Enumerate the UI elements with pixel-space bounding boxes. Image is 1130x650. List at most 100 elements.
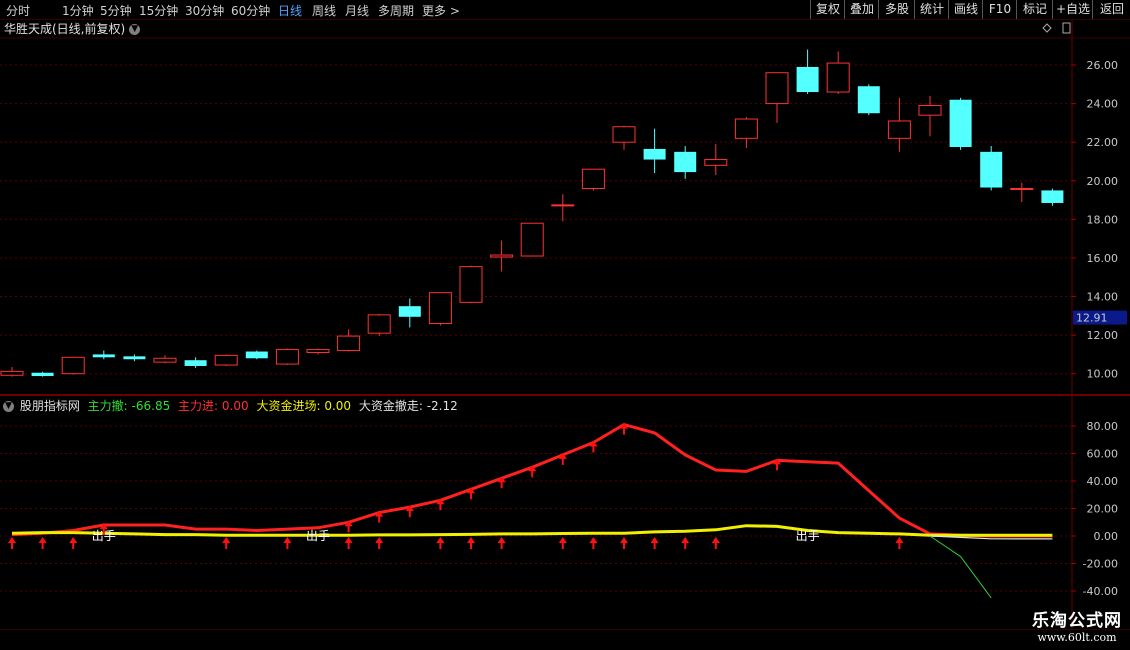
series-line-大资金撤走 bbox=[929, 535, 1053, 540]
candle bbox=[704, 144, 728, 175]
main-y-tick-label: 18.00 bbox=[1087, 213, 1119, 226]
candle bbox=[490, 240, 514, 272]
period-weekly[interactable]: 周线 bbox=[312, 2, 336, 19]
main-y-tick-label: 22.00 bbox=[1087, 136, 1119, 149]
multi-stock-button[interactable]: 多股 bbox=[878, 0, 915, 19]
buy-arrow-bottom bbox=[69, 537, 78, 549]
arrow-up-icon bbox=[38, 537, 47, 549]
main-y-tick-label: 10.00 bbox=[1087, 368, 1119, 381]
arrow-up-icon bbox=[8, 537, 16, 549]
candle bbox=[581, 168, 605, 191]
candle-body bbox=[949, 99, 972, 148]
arrow-up-icon bbox=[528, 465, 537, 478]
candle bbox=[612, 125, 636, 150]
arrow-up-icon bbox=[773, 458, 781, 471]
fuquan-button[interactable]: 复权 bbox=[810, 0, 845, 19]
mark-button[interactable]: 标记 bbox=[1016, 0, 1053, 19]
indicator-item-zhuli-che: 主力撤: -66.85 bbox=[87, 399, 171, 413]
candle bbox=[826, 51, 850, 94]
candle bbox=[306, 348, 330, 355]
period-daily[interactable]: 日线 bbox=[278, 2, 302, 19]
arrow-up-icon bbox=[620, 422, 628, 435]
indicator-item-dazijin-jin: 大资金进场: 0.00 bbox=[256, 399, 352, 413]
overlay-button[interactable]: 叠加 bbox=[844, 0, 879, 19]
arrow-up-icon bbox=[558, 537, 567, 549]
candle-body bbox=[551, 204, 575, 207]
arrow-up-icon bbox=[895, 537, 904, 549]
period-multi[interactable]: 多周期 bbox=[378, 2, 414, 19]
candle bbox=[980, 146, 1003, 191]
period-60min[interactable]: 60分钟 bbox=[231, 2, 270, 19]
period-monthly[interactable]: 月线 bbox=[345, 2, 369, 19]
period-more[interactable]: 更多 > bbox=[422, 2, 460, 19]
candle bbox=[367, 313, 391, 337]
candle bbox=[765, 72, 789, 123]
chevron-down-icon[interactable]: ▼ bbox=[3, 401, 14, 412]
candle-body bbox=[92, 354, 115, 358]
candle bbox=[398, 298, 421, 328]
main-y-tick-label: 16.00 bbox=[1087, 252, 1119, 265]
candle-body bbox=[275, 349, 299, 365]
buy-arrow-top bbox=[467, 487, 475, 500]
arrow-up-icon bbox=[620, 537, 628, 549]
candle bbox=[337, 329, 361, 352]
kline-chart: 10.00 12.00 14.00 16.00 18.00 20.00 22.00 24.00… bbox=[0, 20, 1130, 645]
buy-arrow-bottom bbox=[283, 537, 292, 549]
price-tag-label: 12.91 bbox=[1076, 312, 1108, 325]
candle-body bbox=[918, 105, 942, 116]
buy-arrow-bottom bbox=[681, 537, 690, 549]
candle-body bbox=[184, 360, 207, 366]
chushou-mark: 出手 bbox=[306, 529, 330, 543]
f10-button[interactable]: F10 bbox=[982, 0, 1017, 19]
main-chart-title: 华胜天成(日线,前复权) bbox=[4, 22, 126, 36]
candle-body bbox=[674, 151, 697, 173]
chevron-down-icon[interactable]: ▼ bbox=[129, 24, 141, 35]
add-favorite-button[interactable]: +自选 bbox=[1052, 0, 1093, 19]
period-30min[interactable]: 30分钟 bbox=[185, 2, 224, 19]
arrow-up-icon bbox=[344, 537, 353, 549]
candle-body bbox=[857, 86, 880, 114]
series-line-大资金进场 bbox=[11, 524, 1053, 537]
buy-arrow-bottom bbox=[375, 537, 384, 549]
arrow-up-icon bbox=[405, 505, 414, 518]
buy-arrow-top bbox=[528, 465, 537, 478]
draw-button[interactable]: 画线 bbox=[948, 0, 983, 19]
candle-body bbox=[796, 66, 819, 93]
candle bbox=[275, 348, 299, 366]
arrow-up-icon bbox=[436, 537, 445, 549]
arrow-up-icon bbox=[283, 537, 292, 549]
indicator-item-zhuli-jin: 主力进: 0.00 bbox=[178, 399, 249, 413]
arrow-up-icon bbox=[589, 440, 598, 453]
candle bbox=[643, 128, 666, 174]
period-1min[interactable]: 1分钟 bbox=[62, 2, 94, 19]
ind-y-tick-label: -20.00 bbox=[1083, 558, 1118, 571]
candle-body bbox=[153, 357, 177, 363]
arrow-up-icon bbox=[467, 487, 475, 500]
main-y-tick-label: 20.00 bbox=[1087, 175, 1119, 188]
candle bbox=[459, 265, 483, 304]
candle-body bbox=[428, 292, 452, 325]
main-y-tick-label: 14.00 bbox=[1087, 291, 1119, 304]
candle bbox=[949, 97, 972, 150]
period-5min[interactable]: 5分钟 bbox=[100, 2, 132, 19]
back-button[interactable]: 返回 bbox=[1092, 0, 1130, 19]
candle bbox=[551, 194, 575, 222]
stats-button[interactable]: 统计 bbox=[914, 0, 949, 19]
candle-body bbox=[887, 120, 911, 139]
period-fenshi[interactable]: 分时 bbox=[6, 2, 30, 19]
buy-arrow-top bbox=[589, 440, 598, 453]
buy-arrow-top bbox=[405, 505, 414, 518]
period-15min[interactable]: 15分钟 bbox=[139, 2, 178, 19]
arrow-up-icon bbox=[375, 537, 384, 549]
arrow-up-icon bbox=[650, 537, 659, 549]
period-toolbar: 分时 1分钟 5分钟 15分钟 30分钟 60分钟 日线 周线 月线 多周期 更… bbox=[0, 0, 1130, 20]
time-axis-bar bbox=[0, 630, 1130, 650]
indicator-header-row: ▼ 股朋指标网 主力撤: -66.85 主力进: 0.00 大资金进场: 0.0… bbox=[0, 397, 458, 415]
candle-body bbox=[490, 254, 514, 258]
chushou-mark: 出手 bbox=[796, 529, 820, 543]
buy-arrow-top bbox=[344, 520, 353, 533]
watermark-url: www.60lt.com bbox=[1037, 631, 1117, 644]
arrow-up-icon bbox=[222, 537, 231, 549]
ind-y-tick-label: 60.00 bbox=[1087, 448, 1119, 461]
candle bbox=[887, 97, 911, 152]
